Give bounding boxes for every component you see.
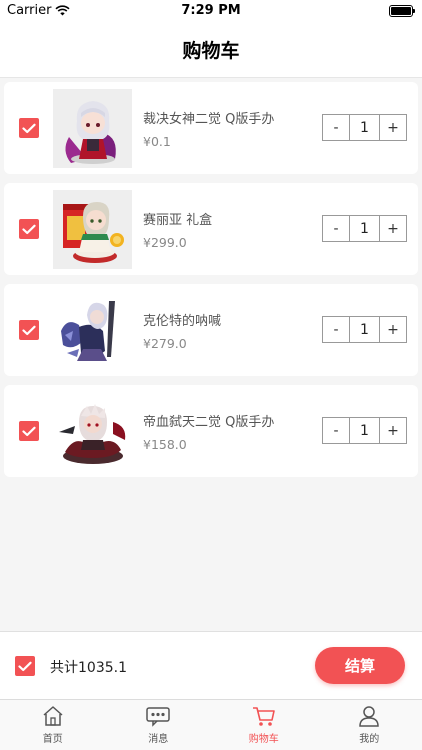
quantity-value: 1 xyxy=(349,418,380,443)
quantity-value: 1 xyxy=(349,216,380,241)
product-image[interactable] xyxy=(53,291,132,370)
message-icon xyxy=(145,704,171,728)
decrease-button[interactable]: - xyxy=(323,418,349,443)
profile-icon xyxy=(356,704,382,728)
product-image[interactable] xyxy=(53,89,132,168)
check-icon xyxy=(22,224,36,234)
cart-list: 裁决女神二觉 Q版手办 ¥0.1 - 1 + 赛丽亚 礼盒 ¥299.0 - 1… xyxy=(4,82,418,486)
product-name[interactable]: 帝血弑天二觉 Q版手办 xyxy=(143,411,274,430)
item-checkbox[interactable] xyxy=(19,219,39,239)
tab-profile[interactable]: 我的 xyxy=(317,700,422,750)
product-price: ¥158.0 xyxy=(143,437,187,452)
product-price: ¥0.1 xyxy=(143,134,171,149)
item-checkbox[interactable] xyxy=(19,320,39,340)
item-checkbox[interactable] xyxy=(19,118,39,138)
decrease-button[interactable]: - xyxy=(323,115,349,140)
battery-icon xyxy=(389,5,415,17)
quantity-stepper: - 1 + xyxy=(322,417,407,444)
product-name[interactable]: 裁决女神二觉 Q版手办 xyxy=(143,108,274,127)
cart-item: 赛丽亚 礼盒 ¥299.0 - 1 + xyxy=(4,183,418,275)
tab-messages[interactable]: 消息 xyxy=(106,700,212,750)
tab-label: 购物车 xyxy=(248,734,279,745)
decrease-button[interactable]: - xyxy=(323,216,349,241)
home-icon xyxy=(40,704,66,728)
tab-bar: 首页 消息 购物车 我的 xyxy=(0,699,422,750)
select-all-checkbox[interactable] xyxy=(15,656,35,676)
check-icon xyxy=(22,123,36,133)
cart-item: 帝血弑天二觉 Q版手办 ¥158.0 - 1 + xyxy=(4,385,418,477)
product-price: ¥299.0 xyxy=(143,235,187,250)
increase-button[interactable]: + xyxy=(380,115,406,140)
check-icon xyxy=(22,426,36,436)
tab-cart[interactable]: 购物车 xyxy=(211,700,317,750)
check-icon xyxy=(18,661,32,671)
checkout-bar: 共计1035.1 结算 xyxy=(0,631,422,699)
checkout-button[interactable]: 结算 xyxy=(315,647,405,684)
product-name[interactable]: 克伦特的呐喊 xyxy=(143,310,221,329)
product-image[interactable] xyxy=(53,392,132,471)
product-image[interactable] xyxy=(53,190,132,269)
total-price: 共计1035.1 xyxy=(50,660,127,676)
increase-button[interactable]: + xyxy=(380,317,406,342)
tab-label: 消息 xyxy=(148,734,169,745)
status-bar: Carrier 7:29 PM xyxy=(0,0,422,22)
tab-home[interactable]: 首页 xyxy=(0,700,106,750)
quantity-stepper: - 1 + xyxy=(322,114,407,141)
quantity-stepper: - 1 + xyxy=(322,215,407,242)
tab-label: 首页 xyxy=(42,734,63,745)
check-icon xyxy=(22,325,36,335)
status-time: 7:29 PM xyxy=(181,3,241,18)
quantity-stepper: - 1 + xyxy=(322,316,407,343)
nav-bar: 购物车 xyxy=(0,22,422,78)
product-price: ¥279.0 xyxy=(143,336,187,351)
decrease-button[interactable]: - xyxy=(323,317,349,342)
cart-item: 裁决女神二觉 Q版手办 ¥0.1 - 1 + xyxy=(4,82,418,174)
item-checkbox[interactable] xyxy=(19,421,39,441)
increase-button[interactable]: + xyxy=(380,216,406,241)
cart-icon xyxy=(251,704,277,728)
quantity-value: 1 xyxy=(349,317,380,342)
quantity-value: 1 xyxy=(349,115,380,140)
product-name[interactable]: 赛丽亚 礼盒 xyxy=(143,209,212,228)
increase-button[interactable]: + xyxy=(380,418,406,443)
page-title: 购物车 xyxy=(182,40,240,62)
cart-item: 克伦特的呐喊 ¥279.0 - 1 + xyxy=(4,284,418,376)
tab-label: 我的 xyxy=(359,734,380,745)
